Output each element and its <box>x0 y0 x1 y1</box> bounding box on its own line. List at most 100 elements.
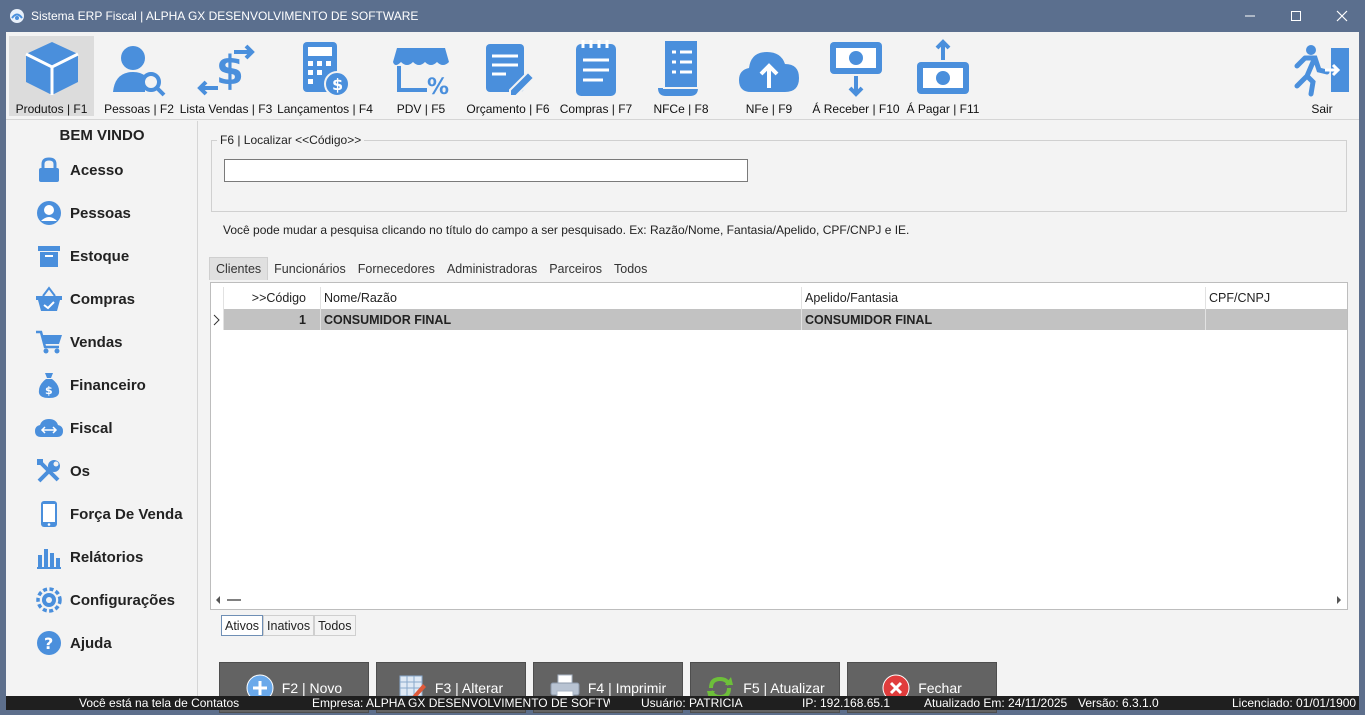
sidebar-item-label: Força De Venda <box>70 505 183 523</box>
contacts-grid: >>Código Nome/Razão Apelido/Fantasia CPF… <box>210 282 1348 610</box>
sidebar-item-acesso[interactable]: Acesso <box>34 155 123 185</box>
cell-cpf[interactable] <box>1206 309 1347 330</box>
table-row[interactable]: 1 CONSUMIDOR FINAL CONSUMIDOR FINAL <box>211 309 1347 330</box>
sidebar-item-relatorios[interactable]: Relátorios <box>34 542 143 572</box>
sidebar-item-pessoas[interactable]: Pessoas <box>34 198 131 228</box>
sidebar-item-ajuda[interactable]: ? Ajuda <box>34 628 112 658</box>
store-percent-icon: % <box>393 48 449 98</box>
novo-label: F2 | Novo <box>281 679 343 696</box>
sidebar-item-os[interactable]: Os <box>34 456 90 486</box>
column-codigo[interactable]: >>Código <box>224 287 321 309</box>
row-indicator-header <box>211 287 224 309</box>
toolbar-nfce-button[interactable]: NFCe | F8 <box>649 36 713 116</box>
app-icon <box>10 9 24 23</box>
filter-inativos[interactable]: Inativos <box>263 615 315 636</box>
horizontal-scrollbar[interactable] <box>211 591 1347 609</box>
toolbar-compras-button[interactable]: Compras | F7 <box>558 36 634 116</box>
column-apelido-fantasia[interactable]: Apelido/Fantasia <box>802 287 1206 309</box>
person-search-icon <box>113 46 166 97</box>
toolbar-label: NFe | F9 <box>745 102 793 116</box>
cell-apelido[interactable]: CONSUMIDOR FINAL <box>802 309 1206 330</box>
sidebar-item-vendas[interactable]: Vendas <box>34 327 123 357</box>
search-input[interactable] <box>224 159 748 182</box>
toolbar-label: Á Receber | F10 <box>812 102 900 116</box>
toolbar-label: Sair <box>1311 102 1333 116</box>
status-empresa: Empresa: ALPHA GX DESENVOLVIMENTO DE SOF… <box>312 696 610 710</box>
status-usuario: Usuário: PATRICIA <box>641 696 743 710</box>
lock-icon <box>34 156 64 184</box>
toolbar-a-pagar-button[interactable]: Á Pagar | F11 <box>906 36 980 116</box>
tools-icon <box>34 457 64 485</box>
maximize-button[interactable] <box>1273 0 1319 32</box>
filter-ativos[interactable]: Ativos <box>221 615 264 636</box>
search-hint: Você pode mudar a pesquisa clicando no t… <box>223 223 910 237</box>
status-atualizado: Atualizado Em: 24/11/2025 <box>924 696 1068 710</box>
toolbar-lista-vendas-button[interactable]: $ Lista Vendas | F3 <box>179 36 273 116</box>
tab-todos[interactable]: Todos <box>608 257 653 280</box>
sidebar-item-label: Ajuda <box>70 634 112 652</box>
sidebar-item-label: Fiscal <box>70 419 113 437</box>
cell-codigo[interactable]: 1 <box>224 309 321 330</box>
toolbar-produtos-button[interactable]: Produtos | F1 <box>9 36 94 116</box>
sidebar-item-compras[interactable]: Compras <box>34 284 135 314</box>
window-title: Sistema ERP Fiscal | ALPHA GX DESENVOLVI… <box>31 9 419 23</box>
bar-chart-icon <box>34 543 64 571</box>
column-nome-razao[interactable]: Nome/Razão <box>321 287 802 309</box>
imprimir-label: F4 | Imprimir <box>587 679 667 696</box>
scroll-left-icon[interactable] <box>215 595 241 605</box>
maximize-icon <box>1291 11 1301 21</box>
sidebar-item-forca-de-venda[interactable]: Força De Venda <box>34 499 183 529</box>
tab-fornecedores[interactable]: Fornecedores <box>352 257 441 280</box>
toolbar-lancamentos-button[interactable]: $ Lançamentos | F4 <box>277 36 373 116</box>
toolbar-label: Pessoas | F2 <box>104 102 174 116</box>
toolbar-label: PDV | F5 <box>396 102 446 116</box>
receipt-icon <box>658 39 699 96</box>
toolbar-label: NFCe | F8 <box>653 102 709 116</box>
grid-header: >>Código Nome/Razão Apelido/Fantasia CPF… <box>211 287 1347 309</box>
cell-nome[interactable]: CONSUMIDOR FINAL <box>321 309 802 330</box>
main-window: Produtos | F1 Pessoas | F2 $ Lista Venda… <box>6 32 1359 713</box>
sidebar-item-financeiro[interactable]: $ Financeiro <box>34 370 146 400</box>
cloud-sync-icon <box>34 414 64 442</box>
toolbar-sair-button[interactable]: Sair <box>1286 36 1358 116</box>
tab-parceiros[interactable]: Parceiros <box>543 257 608 280</box>
sidebar-item-fiscal[interactable]: Fiscal <box>34 413 113 443</box>
money-out-icon <box>917 39 969 94</box>
scroll-right-icon[interactable] <box>1335 595 1343 605</box>
minimize-button[interactable] <box>1227 0 1273 32</box>
toolbar-orcamento-button[interactable]: Orçamento | F6 <box>465 36 551 116</box>
sidebar-item-label: Compras <box>70 290 136 308</box>
tab-funcionarios[interactable]: Funcionários <box>268 257 352 280</box>
sidebar-item-label: Pessoas <box>70 204 131 222</box>
document-edit-icon <box>486 44 536 97</box>
sidebar-item-label: Vendas <box>70 333 123 351</box>
minimize-icon <box>1245 15 1255 17</box>
cart-icon <box>34 328 64 356</box>
tab-administradoras[interactable]: Administradoras <box>441 257 543 280</box>
toolbar-nfe-button[interactable]: NFe | F9 <box>734 36 804 116</box>
toolbar-a-receber-button[interactable]: Á Receber | F10 <box>812 36 900 116</box>
tab-clientes[interactable]: Clientes <box>209 257 269 280</box>
toolbar-pdv-button[interactable]: % PDV | F5 <box>390 36 452 116</box>
sidebar-item-estoque[interactable]: Estoque <box>34 241 129 271</box>
filter-todos[interactable]: Todos <box>314 615 356 636</box>
box-icon <box>24 42 79 95</box>
toolbar-label: Á Pagar | F11 <box>906 102 980 116</box>
sidebar-item-configuracoes[interactable]: Configurações <box>34 585 175 615</box>
basket-icon <box>34 285 64 313</box>
toolbar-pessoas-button[interactable]: Pessoas | F2 <box>102 36 176 116</box>
welcome-title: BEM VINDO <box>59 127 145 144</box>
close-icon <box>1336 10 1348 22</box>
status-licenciado: Licenciado: 01/01/1900 <box>1232 696 1357 710</box>
fechar-label: Fechar <box>918 679 962 696</box>
sidebar-item-label: Financeiro <box>70 376 146 394</box>
toolbar-label: Compras | F7 <box>559 102 633 116</box>
dollar-exchange-icon: $ <box>197 44 255 96</box>
column-cpf-cnpj[interactable]: CPF/CNPJ <box>1206 287 1347 309</box>
toolbar-label: Lista Vendas | F3 <box>179 102 273 116</box>
close-window-button[interactable] <box>1319 0 1365 32</box>
gear-icon <box>34 586 64 614</box>
mobile-icon <box>34 500 64 528</box>
svg-text:$: $ <box>45 384 53 397</box>
toolbar-label: Lançamentos | F4 <box>277 102 373 116</box>
